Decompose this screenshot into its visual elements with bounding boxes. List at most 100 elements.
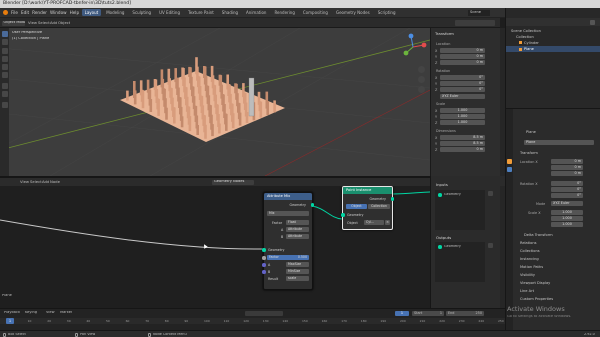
factor-input-socket[interactable] bbox=[262, 256, 266, 260]
a-input-socket[interactable] bbox=[262, 263, 266, 267]
marker-menu[interactable]: Marker bbox=[60, 311, 72, 315]
scale-y-field[interactable]: 1.000 bbox=[440, 114, 485, 119]
node-editor-canvas[interactable]: Attribute Mix Geometry Mix Factor Float … bbox=[0, 186, 430, 308]
transform-tool-icon[interactable] bbox=[1, 72, 8, 78]
factor-type-dropdown[interactable]: Float bbox=[286, 220, 309, 225]
section-motion-paths[interactable]: Motion Paths bbox=[520, 265, 543, 269]
dimension-z-field[interactable]: 0 m bbox=[440, 147, 485, 152]
instance-type-object-button[interactable]: Object bbox=[346, 204, 367, 209]
rotation-z-field[interactable]: 0° bbox=[440, 87, 485, 92]
scale-x-field[interactable]: 1.000 bbox=[440, 108, 485, 113]
node-menu-add[interactable]: Add bbox=[42, 180, 49, 184]
instance-type-collection-button[interactable]: Collection bbox=[368, 204, 390, 209]
viewport-menu-view[interactable]: View bbox=[28, 21, 37, 25]
playhead[interactable]: 1 bbox=[6, 318, 14, 324]
attribute-mix-node-title[interactable]: Attribute Mix bbox=[264, 193, 312, 200]
shading-icons[interactable] bbox=[455, 20, 495, 26]
workspace-tab-layout[interactable]: Layout bbox=[82, 9, 101, 16]
input-geometry-item[interactable]: Geometry bbox=[444, 193, 461, 196]
outliner-plane[interactable]: Plane bbox=[524, 47, 534, 51]
object-picker-field[interactable]: Cyl... bbox=[364, 220, 384, 225]
rotation-mode-dropdown[interactable]: XYZ Euler bbox=[440, 94, 485, 99]
attribute-mix-geometry-socket[interactable] bbox=[262, 248, 266, 252]
end-frame-field[interactable]: End 250 bbox=[446, 310, 484, 316]
workspace-tab-compositing[interactable]: Compositing bbox=[300, 9, 330, 16]
prop-location-x[interactable]: 0 m bbox=[551, 159, 583, 164]
attribute-mix-output-socket[interactable] bbox=[310, 203, 314, 207]
section-visibility[interactable]: Visibility bbox=[520, 273, 535, 277]
location-z-field[interactable]: 0 m bbox=[440, 60, 485, 65]
prop-rotation-x[interactable]: 0° bbox=[551, 181, 583, 186]
menu-render[interactable]: Render bbox=[32, 10, 47, 15]
frame-ruler[interactable]: 0102030405060708090100110120130140150160… bbox=[0, 318, 505, 324]
workspace-tab-geometry-nodes[interactable]: Geometry Nodes bbox=[333, 9, 372, 16]
prop-scale-y[interactable]: 1.000 bbox=[551, 216, 583, 221]
point-instance-geometry-socket[interactable] bbox=[341, 213, 345, 217]
attribute-mix-node[interactable]: Attribute Mix Geometry Mix Factor Float … bbox=[262, 192, 314, 290]
section-relations[interactable]: Relations bbox=[520, 241, 537, 245]
rotation-y-field[interactable]: 0° bbox=[440, 81, 485, 86]
section-instancing[interactable]: Instancing bbox=[520, 257, 539, 261]
navigation-gizmo-icon[interactable] bbox=[398, 32, 428, 62]
node-menu-node[interactable]: Node bbox=[50, 180, 60, 184]
modifier-properties-tab-icon[interactable] bbox=[507, 167, 512, 172]
workspace-tab-sculpting[interactable]: Sculpting bbox=[130, 9, 154, 16]
inputs-add-icon[interactable] bbox=[488, 191, 493, 196]
point-instance-output-socket[interactable] bbox=[390, 197, 394, 201]
timeline-view-menu[interactable]: View bbox=[46, 311, 55, 315]
transform-panel-header[interactable]: Transform bbox=[435, 32, 454, 36]
prop-rotation-mode-dropdown[interactable]: XYZ Euler bbox=[551, 201, 583, 206]
pan-icon[interactable] bbox=[418, 76, 425, 83]
menu-help[interactable]: Help bbox=[70, 10, 80, 15]
outliner-collection[interactable]: Collection bbox=[516, 35, 534, 39]
prop-scale-z[interactable]: 1.000 bbox=[551, 222, 583, 227]
mode-selector[interactable]: Object Mode bbox=[2, 20, 25, 26]
result-attribute-field[interactable]: scale bbox=[286, 276, 309, 281]
start-frame-field[interactable]: Start 1 bbox=[412, 310, 444, 316]
scale-z-field[interactable]: 1.000 bbox=[440, 120, 485, 125]
factor-field[interactable]: Factor 0.500 bbox=[267, 255, 309, 260]
section-custom-properties[interactable]: Custom Properties bbox=[520, 297, 553, 301]
properties-tabs[interactable] bbox=[506, 109, 513, 337]
location-x-field[interactable]: 0 m bbox=[440, 48, 485, 53]
workspace-tab-modeling[interactable]: Modeling bbox=[104, 9, 127, 16]
a-attribute-field[interactable]: MaxSize bbox=[286, 262, 309, 267]
point-instance-node-title[interactable]: Point Instance bbox=[343, 187, 392, 194]
outliner-filter-icon[interactable] bbox=[590, 19, 595, 25]
3d-viewport[interactable]: User Perspective (1) Collection | Plane bbox=[0, 28, 430, 176]
clear-object-icon[interactable]: × bbox=[385, 220, 390, 225]
workspace-tab-animation[interactable]: Animation bbox=[244, 9, 269, 16]
b-input-socket[interactable] bbox=[262, 270, 266, 274]
outliner-cylinder[interactable]: Cylinder bbox=[524, 41, 539, 45]
select-tool-icon[interactable] bbox=[1, 31, 8, 37]
prop-location-z[interactable]: 0 m bbox=[551, 171, 583, 176]
blender-logo-icon[interactable] bbox=[3, 10, 8, 15]
viewport-menu-select[interactable]: Select bbox=[38, 21, 50, 25]
point-instance-node[interactable]: Point Instance Geometry Object Collectio… bbox=[341, 186, 394, 230]
prop-rotation-y[interactable]: 0° bbox=[551, 187, 583, 192]
menu-window[interactable]: Window bbox=[50, 10, 67, 15]
b-type-dropdown[interactable]: Attribute bbox=[286, 234, 309, 239]
playback-menu[interactable]: Playback bbox=[4, 311, 20, 315]
node-tree-selector[interactable]: Geometry Nodes bbox=[212, 179, 254, 185]
outputs-add-icon[interactable] bbox=[488, 243, 493, 248]
scale-tool-icon[interactable] bbox=[1, 64, 8, 70]
rotation-x-field[interactable]: 0° bbox=[440, 75, 485, 80]
object-data-name-field[interactable]: Plane bbox=[524, 140, 594, 145]
move-tool-icon[interactable] bbox=[1, 48, 8, 54]
output-geometry-item[interactable]: Geometry bbox=[444, 245, 461, 248]
section-viewport-display[interactable]: Viewport Display bbox=[520, 281, 550, 285]
keying-menu[interactable]: Keying bbox=[25, 311, 37, 315]
section-collections[interactable]: Collections bbox=[520, 249, 540, 253]
blend-mode-dropdown[interactable]: Mix bbox=[267, 211, 309, 216]
camera-icon[interactable] bbox=[418, 86, 425, 93]
cursor-tool-icon[interactable] bbox=[1, 39, 8, 45]
node-editor-sidebar-tabs[interactable] bbox=[500, 186, 505, 308]
workspace-tab-rendering[interactable]: Rendering bbox=[272, 9, 297, 16]
prop-scale-x[interactable]: 1.000 bbox=[551, 210, 583, 215]
b-attribute-field[interactable]: MinSize bbox=[286, 269, 309, 274]
scene-selector[interactable]: Scene bbox=[468, 10, 490, 16]
annotate-tool-icon[interactable] bbox=[1, 83, 8, 89]
zoom-icon[interactable] bbox=[418, 66, 425, 73]
menu-edit[interactable]: Edit bbox=[21, 10, 29, 15]
